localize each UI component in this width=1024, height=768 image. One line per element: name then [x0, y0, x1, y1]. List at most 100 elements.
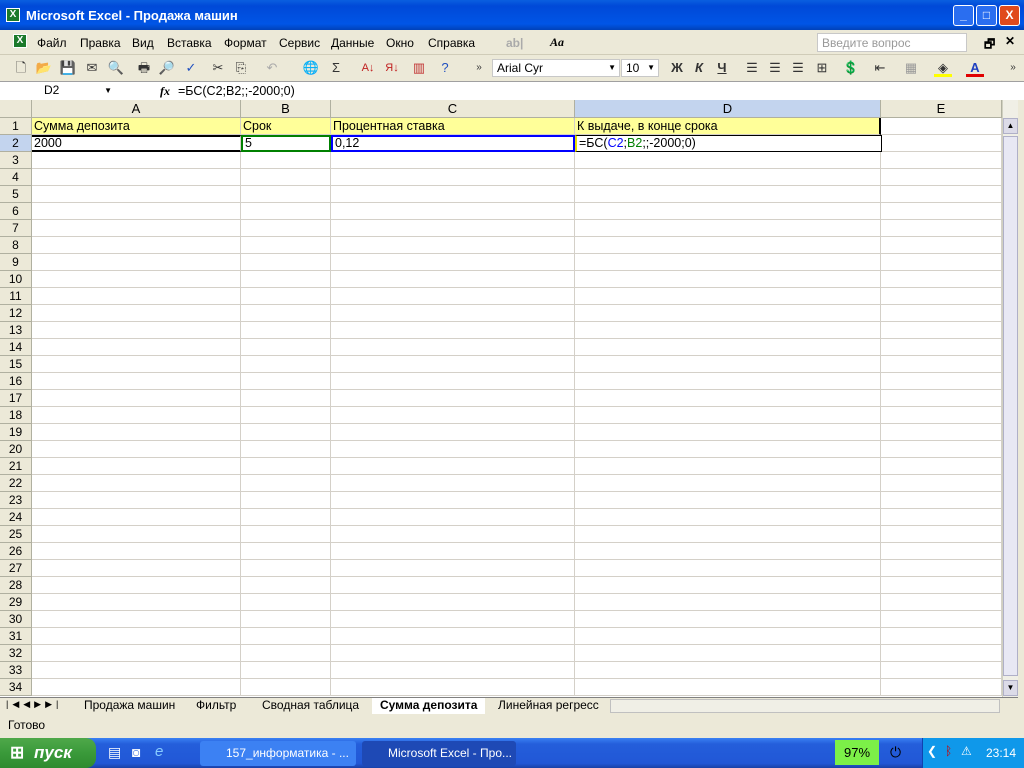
cell-b13[interactable]	[241, 322, 331, 339]
cell-d28[interactable]	[575, 577, 881, 594]
toolbar-options-icon[interactable]: »	[470, 59, 488, 77]
cell-d25[interactable]	[575, 526, 881, 543]
chart-wizard-icon[interactable]: ▥	[410, 59, 428, 77]
cell-e2[interactable]	[882, 135, 1002, 152]
cell-a22[interactable]	[32, 475, 241, 492]
permission-icon[interactable]: ✉	[83, 59, 101, 77]
cell-a16[interactable]	[32, 373, 241, 390]
save-icon[interactable]: 💾	[59, 59, 77, 77]
cell-e14[interactable]	[881, 339, 1002, 356]
cell-b24[interactable]	[241, 509, 331, 526]
cell-c4[interactable]	[331, 169, 575, 186]
cell-a2[interactable]: 2000	[32, 135, 241, 152]
cell-a17[interactable]	[32, 390, 241, 407]
cell-a1[interactable]: Сумма депозита	[32, 118, 241, 135]
vertical-scrollbar[interactable]: ▲ ▼	[1002, 100, 1018, 697]
cell-e8[interactable]	[881, 237, 1002, 254]
style-icon[interactable]: Aa	[550, 35, 564, 50]
autosum-icon[interactable]: Σ	[327, 59, 345, 77]
cell-d29[interactable]	[575, 594, 881, 611]
help-icon[interactable]: ?	[436, 59, 454, 77]
minimize-button[interactable]: _	[953, 5, 974, 26]
row-header[interactable]: 4	[0, 169, 32, 186]
sort-ascending-icon[interactable]: A↓	[359, 59, 377, 77]
merge-center-icon[interactable]: ⊞	[813, 59, 831, 77]
cell-b22[interactable]	[241, 475, 331, 492]
cell-c5[interactable]	[331, 186, 575, 203]
cell-c20[interactable]	[331, 441, 575, 458]
row-header[interactable]: 1	[0, 118, 32, 135]
cell-a20[interactable]	[32, 441, 241, 458]
decrease-indent-icon[interactable]: ⇤	[871, 59, 889, 77]
cell-b11[interactable]	[241, 288, 331, 305]
cell-c25[interactable]	[331, 526, 575, 543]
bold-button[interactable]: Ж	[668, 59, 686, 77]
cell-a33[interactable]	[32, 662, 241, 679]
row-header[interactable]: 21	[0, 458, 32, 475]
cell-a18[interactable]	[32, 407, 241, 424]
cell-c7[interactable]	[331, 220, 575, 237]
row-header[interactable]: 7	[0, 220, 32, 237]
cell-b15[interactable]	[241, 356, 331, 373]
hyperlink-icon[interactable]: 🌐	[302, 59, 320, 77]
cell-c22[interactable]	[331, 475, 575, 492]
cell-c33[interactable]	[331, 662, 575, 679]
cell-d3[interactable]	[575, 152, 881, 169]
insert-function-icon[interactable]: fx	[160, 84, 170, 99]
cell-e19[interactable]	[881, 424, 1002, 441]
cell-a13[interactable]	[32, 322, 241, 339]
cell-b16[interactable]	[241, 373, 331, 390]
font-name-select[interactable]: Arial Cyr ▼	[492, 59, 620, 77]
row-header[interactable]: 25	[0, 526, 32, 543]
align-left-icon[interactable]: ☰	[743, 59, 761, 77]
cell-b5[interactable]	[241, 186, 331, 203]
cell-b27[interactable]	[241, 560, 331, 577]
toolbar-options-icon[interactable]: »	[1004, 59, 1022, 77]
cell-b19[interactable]	[241, 424, 331, 441]
cell-b28[interactable]	[241, 577, 331, 594]
cell-c23[interactable]	[331, 492, 575, 509]
row-header[interactable]: 6	[0, 203, 32, 220]
tab-filtr[interactable]: Фильтр	[188, 698, 244, 714]
menu-edit[interactable]: Правка	[80, 36, 121, 50]
cell-e11[interactable]	[881, 288, 1002, 305]
tab-scroll-buttons[interactable]: |◀◀▶▶|	[6, 699, 62, 710]
row-header[interactable]: 5	[0, 186, 32, 203]
row-header[interactable]: 23	[0, 492, 32, 509]
cell-e30[interactable]	[881, 611, 1002, 628]
ie-icon[interactable]: e	[155, 743, 163, 760]
row-header[interactable]: 32	[0, 645, 32, 662]
row-header[interactable]: 19	[0, 424, 32, 441]
start-button[interactable]: пуск ⊞	[0, 738, 96, 768]
cell-c14[interactable]	[331, 339, 575, 356]
cell-e4[interactable]	[881, 169, 1002, 186]
row-header[interactable]: 10	[0, 271, 32, 288]
restore-workbook-icon[interactable]: 🗗	[984, 35, 995, 56]
row-header[interactable]: 24	[0, 509, 32, 526]
cell-c18[interactable]	[331, 407, 575, 424]
cell-b20[interactable]	[241, 441, 331, 458]
search-files-icon[interactable]: 🔍	[107, 59, 125, 77]
row-header[interactable]: 17	[0, 390, 32, 407]
row-header[interactable]: 33	[0, 662, 32, 679]
cell-a31[interactable]	[32, 628, 241, 645]
close-workbook-icon[interactable]: ✕	[1005, 34, 1015, 48]
formula-input[interactable]: =БС(C2;B2;;-2000;0)	[178, 84, 295, 98]
cell-b23[interactable]	[241, 492, 331, 509]
cell-e3[interactable]	[881, 152, 1002, 169]
row-header[interactable]: 27	[0, 560, 32, 577]
cell-a10[interactable]	[32, 271, 241, 288]
cell-c26[interactable]	[331, 543, 575, 560]
cell-b7[interactable]	[241, 220, 331, 237]
cell-e28[interactable]	[881, 577, 1002, 594]
column-header-a[interactable]: A	[32, 100, 241, 118]
cell-d12[interactable]	[575, 305, 881, 322]
cell-c28[interactable]	[331, 577, 575, 594]
row-header[interactable]: 29	[0, 594, 32, 611]
workbook-icon[interactable]: X	[13, 34, 27, 48]
cell-d16[interactable]	[575, 373, 881, 390]
cell-d4[interactable]	[575, 169, 881, 186]
cell-e9[interactable]	[881, 254, 1002, 271]
scroll-thumb[interactable]	[1003, 136, 1018, 676]
taskbar-item-excel[interactable]: Microsoft Excel - Про...	[362, 741, 516, 766]
